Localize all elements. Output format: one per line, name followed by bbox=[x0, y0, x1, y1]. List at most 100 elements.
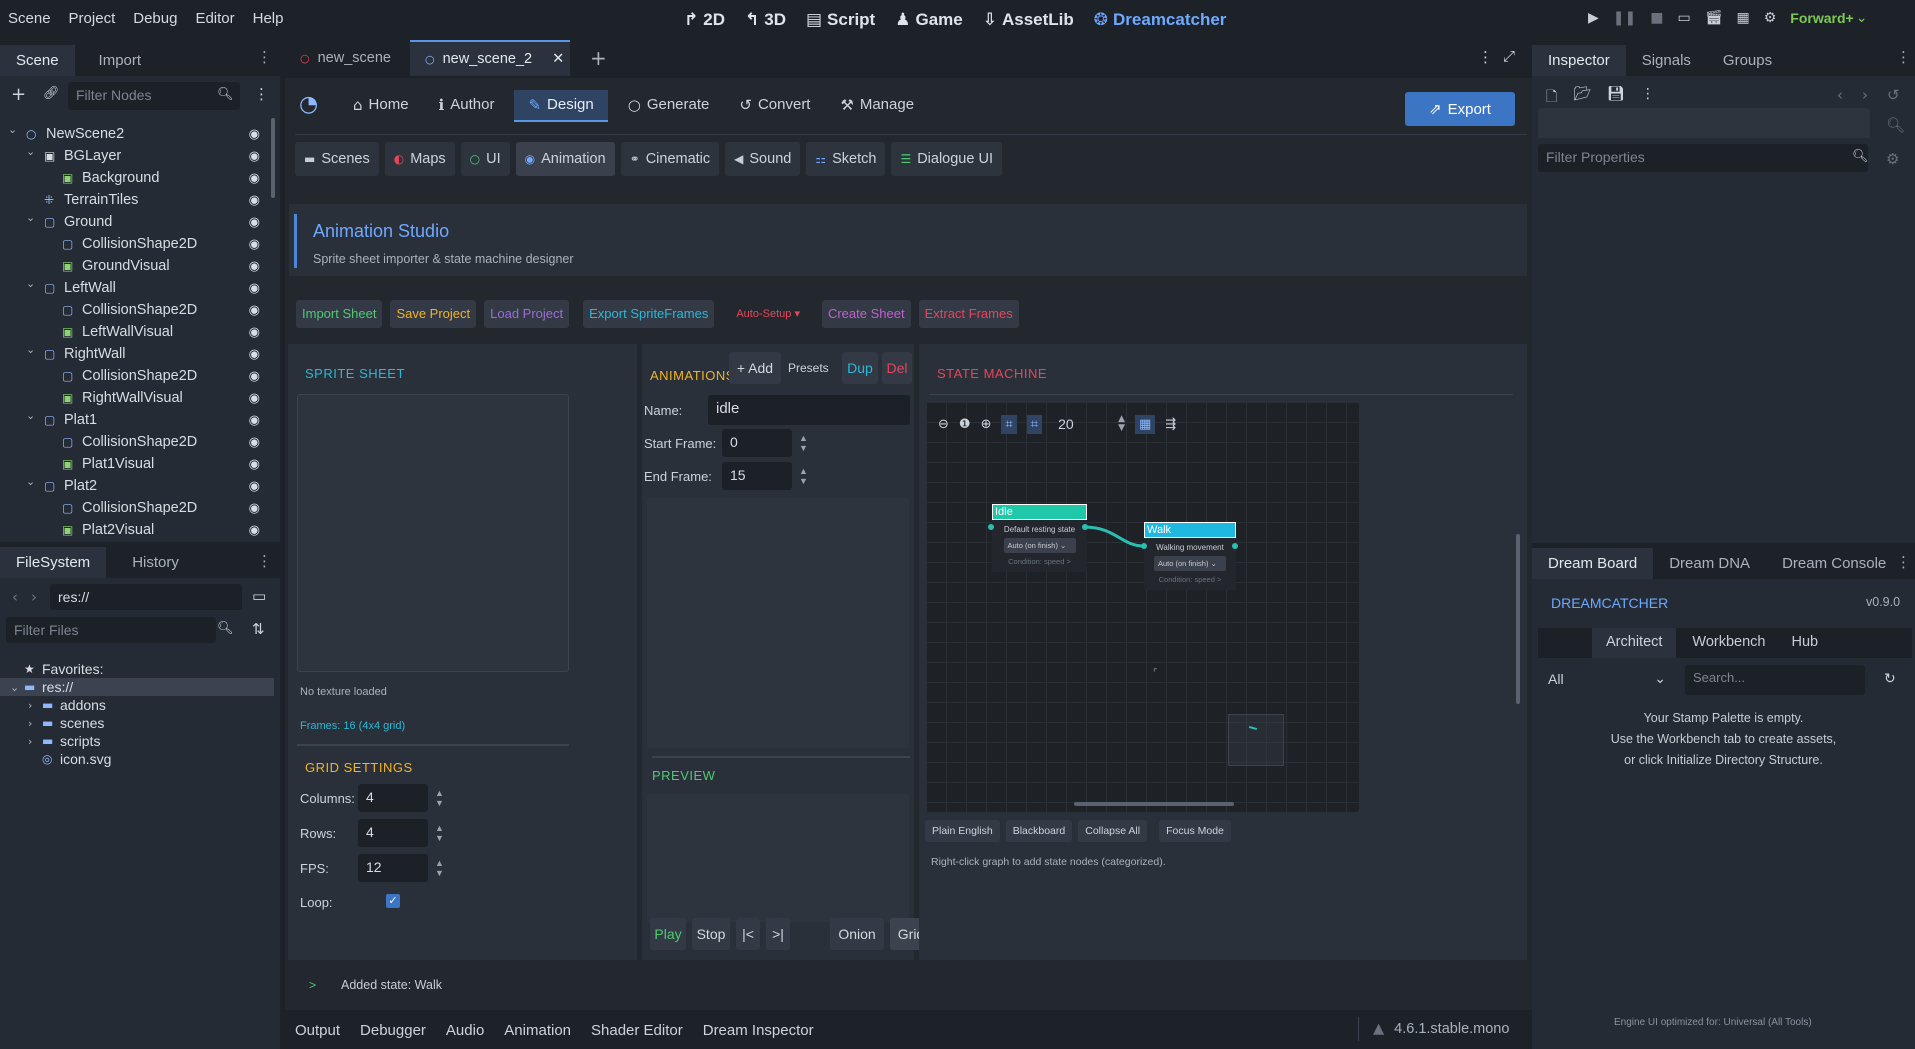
dup-button[interactable]: Dup bbox=[842, 352, 878, 384]
menu-debug[interactable]: Debug bbox=[133, 10, 177, 27]
visibility-eye-icon[interactable]: ◉ bbox=[249, 237, 260, 252]
action-export-spriteframes-button[interactable]: Export SpriteFrames bbox=[583, 300, 715, 328]
menu-editor[interactable]: Editor bbox=[195, 10, 234, 27]
design-tab-sound[interactable]: ◀ Sound bbox=[725, 142, 801, 176]
stop-icon[interactable]: ■ bbox=[1650, 10, 1663, 26]
fps-stepper[interactable]: ▲ ▼ bbox=[435, 858, 444, 878]
state-graph[interactable]: ⊖ ❶ ⊕ ⌗ ⌗ 20 ▲ ▼ ▦ ⇶ Idle Default resting… bbox=[926, 402, 1359, 812]
dock-menu-icon[interactable]: ⋮ bbox=[257, 48, 272, 66]
history-back-icon[interactable]: ‹ bbox=[1837, 86, 1843, 104]
nav-convert[interactable]: ↺ Convert bbox=[729, 90, 820, 122]
graph-v-scrollbar[interactable] bbox=[1516, 534, 1520, 704]
tab-groups[interactable]: Groups bbox=[1707, 45, 1788, 76]
loop-checkbox[interactable]: ✓ bbox=[386, 894, 400, 908]
tree-node[interactable]: ⌄ ○ NewScene2 ◉ bbox=[0, 123, 270, 145]
onion-button[interactable]: Onion bbox=[830, 918, 884, 950]
state-node-walk[interactable]: Walk Walking movement Auto (on finish) ⌄… bbox=[1144, 522, 1236, 590]
fs-item[interactable]: › ▬ scripts bbox=[0, 732, 270, 750]
tree-node[interactable]: ▢ CollisionShape2D ◉ bbox=[0, 233, 270, 255]
play-custom-scene-icon[interactable]: ▦ bbox=[1737, 10, 1750, 26]
tab-dream-console[interactable]: Dream Console bbox=[1766, 548, 1902, 579]
add-tab-icon[interactable]: + bbox=[590, 46, 607, 70]
node-mode-select[interactable]: Auto (on finish) ⌄ bbox=[1003, 538, 1076, 553]
visibility-eye-icon[interactable]: ◉ bbox=[249, 281, 260, 296]
open-folder-icon[interactable]: 📂︎ bbox=[1573, 86, 1591, 110]
filter-files-input[interactable]: Filter Files bbox=[6, 617, 216, 643]
remote-debug-icon[interactable]: ▭ bbox=[1677, 10, 1690, 26]
fs-item[interactable]: › ▬ addons bbox=[0, 696, 270, 714]
tree-node[interactable]: ▣ Plat1Visual ◉ bbox=[0, 453, 270, 475]
instance-scene-icon[interactable]: 🔗︎ bbox=[43, 86, 60, 101]
object-selector[interactable] bbox=[1538, 108, 1870, 138]
visibility-eye-icon[interactable]: ◉ bbox=[249, 215, 260, 230]
visibility-eye-icon[interactable]: ◉ bbox=[249, 193, 260, 208]
tree-node[interactable]: ▢ CollisionShape2D ◉ bbox=[0, 365, 270, 387]
tab-scene[interactable]: Scene bbox=[0, 45, 75, 76]
visibility-eye-icon[interactable]: ◉ bbox=[249, 435, 260, 450]
columns-field[interactable]: 4 bbox=[358, 784, 428, 812]
screen-dreamcatcher-button[interactable]: ❂ Dreamcatcher bbox=[1094, 10, 1227, 30]
bottom-tab-dream-inspector[interactable]: Dream Inspector bbox=[703, 1022, 814, 1039]
distraction-free-icon[interactable]: ⤢ bbox=[1503, 47, 1515, 65]
visibility-eye-icon[interactable]: ◉ bbox=[249, 149, 260, 164]
dock-menu-icon[interactable]: ⋮ bbox=[257, 552, 272, 570]
design-tab-sketch[interactable]: ⚏ Sketch bbox=[806, 142, 886, 176]
refresh-icon[interactable]: ↻ bbox=[1884, 671, 1896, 687]
more-icon[interactable]: ⋮ bbox=[1641, 86, 1655, 110]
fs-item[interactable]: › ▬ scenes bbox=[0, 714, 270, 732]
object-search-icon[interactable]: 🔍︎ bbox=[1886, 116, 1905, 134]
renderer-select[interactable]: Forward+ bbox=[1790, 10, 1853, 26]
history-forward-icon[interactable]: › bbox=[1862, 86, 1868, 104]
nav-manage[interactable]: ⚒ Manage bbox=[830, 90, 924, 122]
tree-node[interactable]: ⌄ ▣ BGLayer ◉ bbox=[0, 145, 270, 167]
play-button[interactable]: Play bbox=[650, 918, 686, 950]
design-tab-maps[interactable]: ◐ Maps bbox=[384, 142, 455, 176]
toggle-split-icon[interactable]: ▭ bbox=[252, 587, 266, 605]
visibility-eye-icon[interactable]: ◉ bbox=[249, 369, 260, 384]
expand-arrow-icon[interactable]: ⌄ bbox=[26, 409, 35, 422]
category-select[interactable]: All ⌄ bbox=[1538, 665, 1676, 695]
tab-inspector[interactable]: Inspector bbox=[1532, 45, 1626, 76]
sm-focus-mode-button[interactable]: Focus Mode bbox=[1159, 820, 1231, 842]
tree-node[interactable]: ▢ CollisionShape2D ◉ bbox=[0, 497, 270, 519]
menu-help[interactable]: Help bbox=[253, 10, 284, 27]
tree-node[interactable]: ▢ CollisionShape2D ◉ bbox=[0, 431, 270, 453]
tree-node[interactable]: ⌄ ▢ RightWall ◉ bbox=[0, 343, 270, 365]
bottom-tab-output[interactable]: Output bbox=[295, 1022, 340, 1039]
columns-stepper[interactable]: ▲ ▼ bbox=[435, 788, 444, 808]
tab-import[interactable]: Import bbox=[83, 45, 158, 76]
sort-icon[interactable]: ⇅ bbox=[252, 620, 265, 638]
bottom-tab-shader-editor[interactable]: Shader Editor bbox=[591, 1022, 683, 1039]
design-tab-ui[interactable]: ○ UI bbox=[460, 142, 510, 176]
action-save-project-button[interactable]: Save Project bbox=[390, 300, 477, 328]
screen-3d-button[interactable]: ↰ 3D bbox=[745, 10, 786, 30]
sm-collapse-all-button[interactable]: Collapse All bbox=[1078, 820, 1148, 842]
tree-node[interactable]: ▣ Plat2Visual ◉ bbox=[0, 519, 270, 538]
port-in[interactable] bbox=[1141, 543, 1147, 549]
graph-h-scrollbar[interactable] bbox=[1074, 802, 1234, 806]
back-icon[interactable]: ‹ bbox=[12, 588, 18, 606]
minimap[interactable] bbox=[1228, 714, 1284, 766]
tree-node[interactable]: ▣ Background ◉ bbox=[0, 167, 270, 189]
node-condition[interactable]: Condition: speed > bbox=[1144, 575, 1236, 584]
tree-node[interactable]: ⌄ ▢ Plat2 ◉ bbox=[0, 475, 270, 497]
screen-game-button[interactable]: ♟ Game bbox=[895, 10, 963, 30]
tab-new-scene[interactable]: ○ new_scene bbox=[285, 40, 405, 76]
tree-node[interactable]: ▣ LeftWallVisual ◉ bbox=[0, 321, 270, 343]
sm-plain-english-button[interactable]: Plain English bbox=[925, 820, 1000, 842]
visibility-eye-icon[interactable]: ◉ bbox=[249, 479, 260, 494]
nav-design[interactable]: ✎ Design bbox=[514, 90, 608, 122]
tab-new-scene-2[interactable]: ○ new_scene_2 ✕ bbox=[410, 40, 570, 76]
bottom-tab-animation[interactable]: Animation bbox=[504, 1022, 571, 1039]
design-tab-cinematic[interactable]: ⚭ Cinematic bbox=[620, 142, 720, 176]
action-extract-frames-button[interactable]: Extract Frames bbox=[918, 300, 1019, 328]
movie-maker-icon[interactable]: ⚙ bbox=[1764, 10, 1777, 26]
end-frame-stepper[interactable]: ▲ ▼ bbox=[799, 466, 808, 486]
rows-stepper[interactable]: ▲ ▼ bbox=[435, 823, 444, 843]
dock-menu-icon[interactable]: ⋮ bbox=[1896, 48, 1911, 66]
tab-dream-board[interactable]: Dream Board bbox=[1532, 548, 1654, 579]
tree-node[interactable]: ⌄ ▢ Plat1 ◉ bbox=[0, 409, 270, 431]
node-mode-select[interactable]: Auto (on finish) ⌄ bbox=[1154, 556, 1226, 571]
export-button[interactable]: ⇗ Export bbox=[1405, 92, 1515, 126]
visibility-eye-icon[interactable]: ◉ bbox=[249, 391, 260, 406]
